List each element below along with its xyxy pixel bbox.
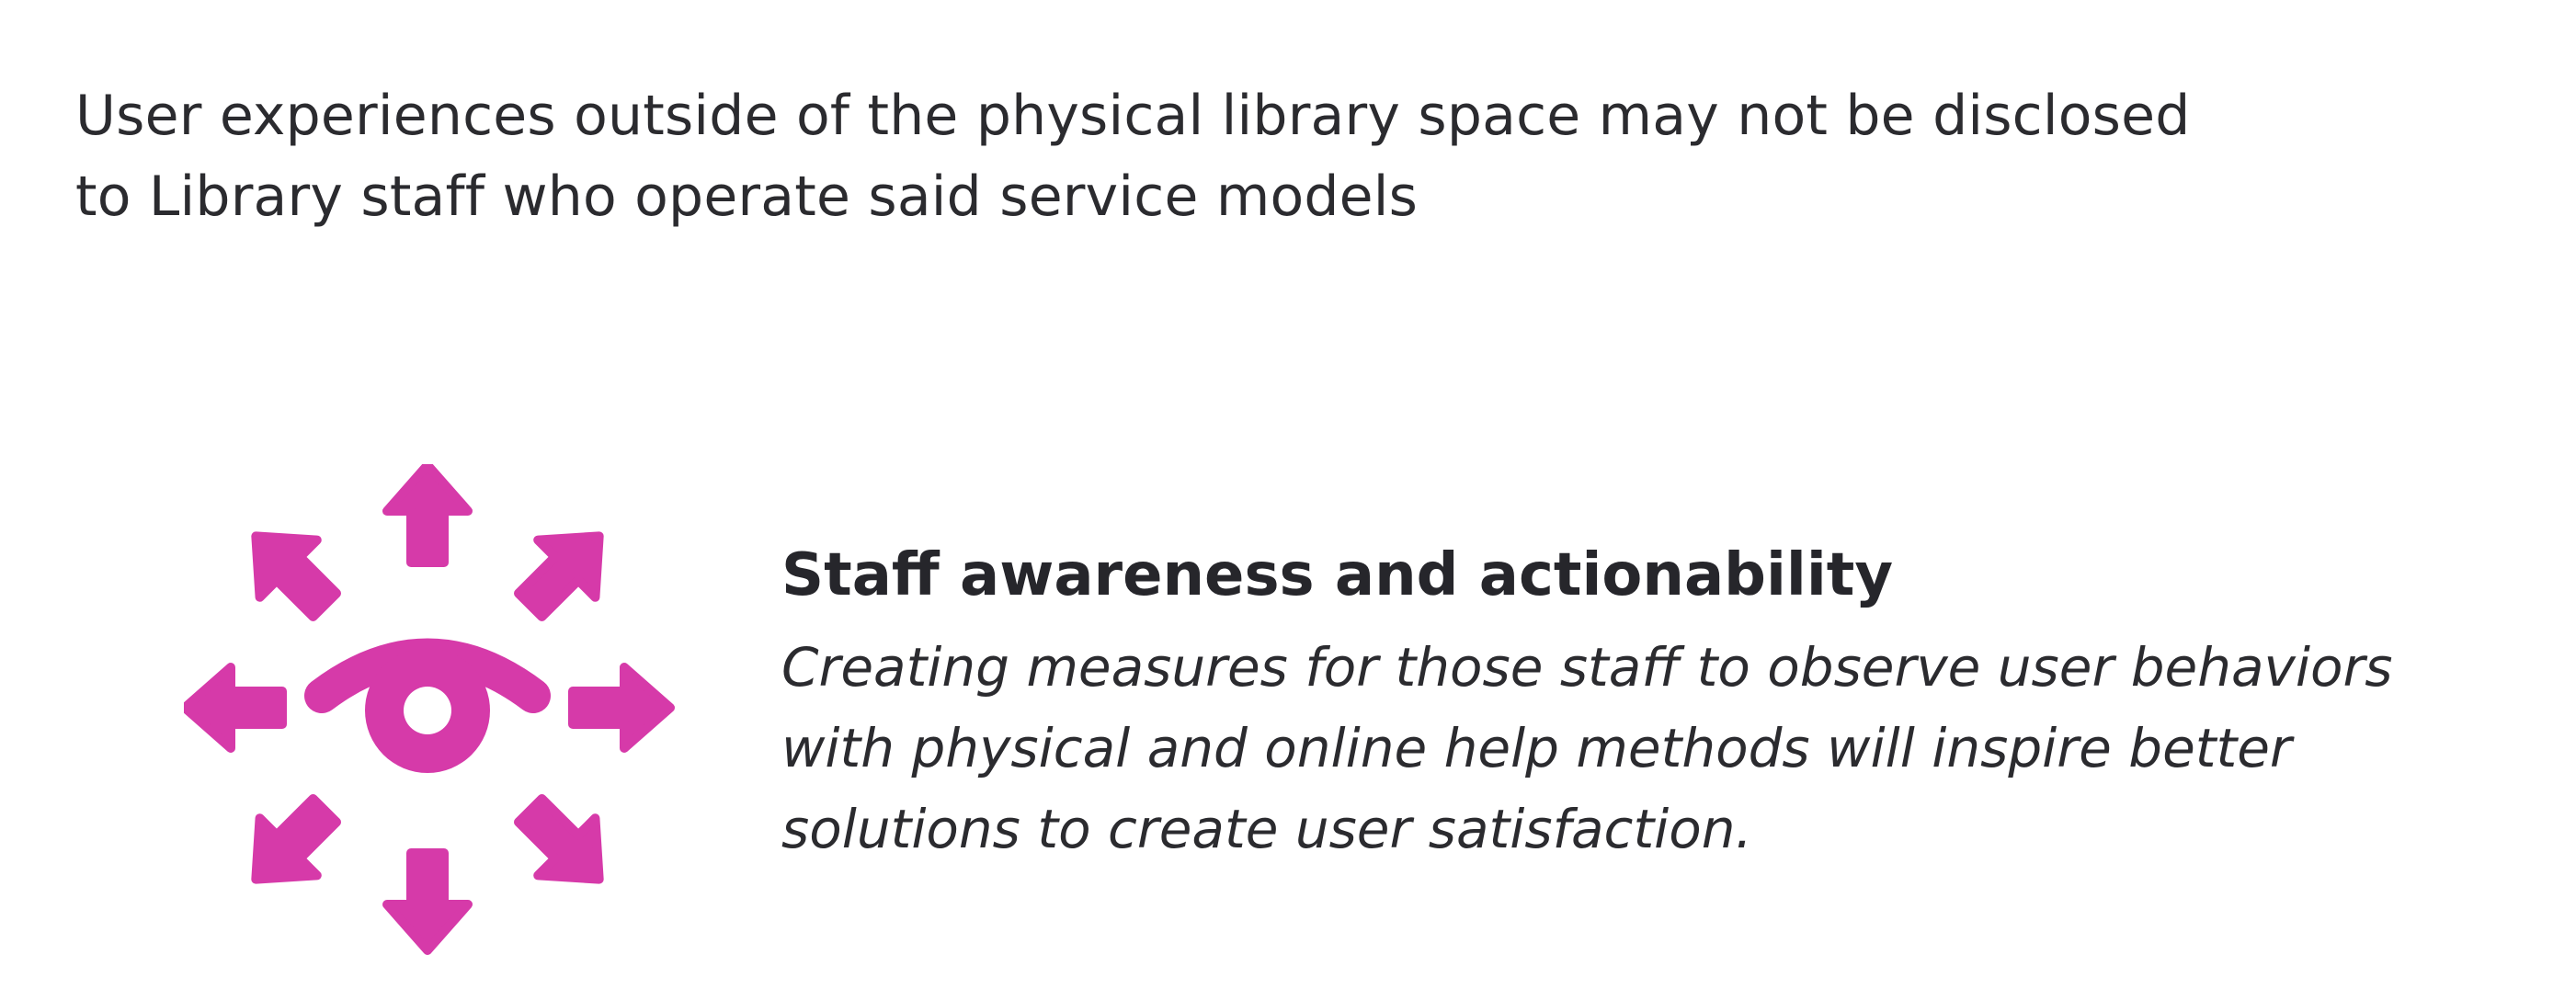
intro-text: User experiences outside of the physical… [75, 75, 2374, 237]
intro-line-1: User experiences outside of the physical… [75, 84, 2191, 148]
feature-description-line-3: solutions to create user satisfaction. [781, 798, 1752, 860]
feature-description-line-2: with physical and online help methods wi… [781, 717, 2292, 779]
feature-description: Creating measures for those staff to obs… [781, 627, 2528, 869]
feature-block: Staff awareness and actionability Creati… [781, 533, 2528, 869]
intro-line-2: to Library staff who operate said servic… [75, 165, 1419, 229]
feature-title: Staff awareness and actionability [781, 541, 1894, 609]
eye-with-radiating-arrows-icon [184, 464, 680, 960]
feature-description-line-1: Creating measures for those staff to obs… [781, 636, 2393, 699]
